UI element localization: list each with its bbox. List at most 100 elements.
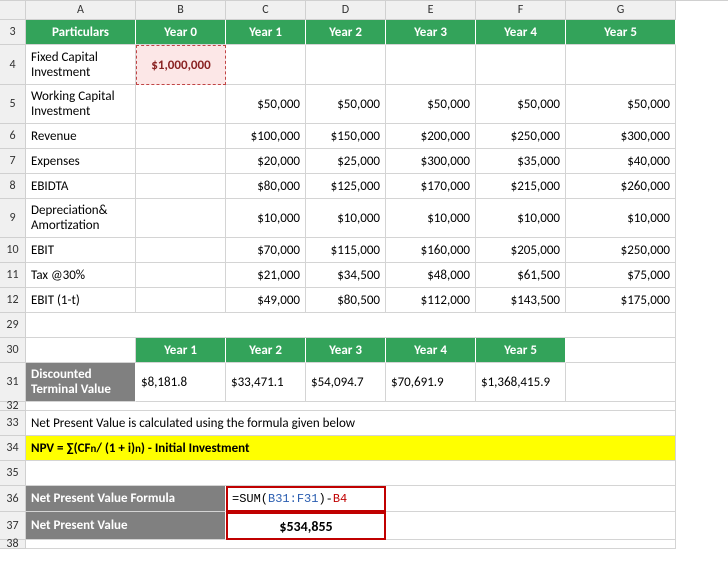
cell[interactable] [136,238,226,263]
cell[interactable] [306,45,386,85]
row-label[interactable]: Depreciation& Amortization [26,199,136,238]
spreadsheet-grid[interactable]: A B C D E F G 3 Particulars Year 0 Year … [0,0,728,549]
row-header[interactable]: 5 [0,85,26,124]
discounted-value[interactable]: $54,094.7 [306,363,386,402]
row-label[interactable]: Discounted Terminal Value [26,363,136,402]
cell[interactable] [136,149,226,174]
npv-result-cell[interactable]: $534,855 [226,512,386,540]
cell[interactable]: $34,500 [306,263,386,288]
table-header[interactable]: Year 2 [226,338,306,363]
cell[interactable]: $300,000 [386,149,476,174]
row-header[interactable]: 6 [0,124,26,149]
table-header[interactable]: Year 3 [306,338,386,363]
row-header[interactable]: 30 [0,338,26,363]
cell[interactable]: $50,000 [306,85,386,124]
cell[interactable] [566,45,676,85]
row-header[interactable]: 10 [0,238,26,263]
cell[interactable] [386,45,476,85]
row-label[interactable]: EBIDTA [26,174,136,199]
cell[interactable]: $115,000 [306,238,386,263]
table-header[interactable]: Year 5 [566,20,676,45]
table-header[interactable]: Year 5 [476,338,566,363]
empty-cell[interactable] [26,338,136,363]
row-label[interactable]: Tax @30% [26,263,136,288]
discounted-value[interactable]: $8,181.8 [136,363,226,402]
row-header[interactable]: 36 [0,486,26,512]
table-header[interactable]: Year 4 [476,20,566,45]
empty-cell[interactable] [26,402,676,411]
empty-cell[interactable] [386,486,676,512]
cell[interactable]: $170,000 [386,174,476,199]
col-header[interactable]: B [136,1,226,20]
cell[interactable]: $61,500 [476,263,566,288]
row-label[interactable]: Fixed Capital Investment [26,45,136,85]
row-header[interactable]: 3 [0,20,26,45]
row-header[interactable]: 12 [0,288,26,313]
cell[interactable]: $20,000 [226,149,306,174]
row-label[interactable]: Working Capital Investment [26,85,136,124]
cell[interactable]: $10,000 [386,199,476,238]
row-label[interactable]: Expenses [26,149,136,174]
cell[interactable]: $10,000 [476,199,566,238]
cell[interactable] [136,288,226,313]
cell[interactable]: $35,000 [476,149,566,174]
cell[interactable]: $10,000 [226,199,306,238]
discounted-value[interactable]: $1,368,415.9 [476,363,566,402]
cell[interactable]: $48,000 [386,263,476,288]
table-header[interactable]: Year 2 [306,20,386,45]
cell[interactable]: $112,000 [386,288,476,313]
row-header[interactable]: 32 [0,402,26,411]
cell[interactable]: $175,000 [566,288,676,313]
table-header[interactable]: Year 0 [136,20,226,45]
table-header[interactable]: Particulars [26,20,136,45]
cell[interactable] [136,174,226,199]
table-header[interactable]: Year 1 [226,20,306,45]
cell[interactable]: $50,000 [476,85,566,124]
cell[interactable]: $260,000 [566,174,676,199]
cell[interactable]: $125,000 [306,174,386,199]
cell[interactable]: $160,000 [386,238,476,263]
empty-cell[interactable] [26,461,676,486]
row-header[interactable]: 37 [0,512,26,540]
col-header[interactable]: D [306,1,386,20]
row-label[interactable]: Revenue [26,124,136,149]
table-header[interactable]: Year 3 [386,20,476,45]
empty-cell[interactable] [26,313,676,338]
empty-cell[interactable] [26,540,676,549]
cell[interactable]: $50,000 [226,85,306,124]
row-header[interactable]: 31 [0,363,26,402]
row-header[interactable]: 29 [0,313,26,338]
cell[interactable]: $100,000 [226,124,306,149]
cell[interactable]: $250,000 [566,238,676,263]
formula-text[interactable]: NPV = ∑(CFn / (1 + i)n) - Initial Invest… [26,436,676,461]
npv-formula-label[interactable]: Net Present Value Formula [26,486,226,512]
cell[interactable]: $25,000 [306,149,386,174]
cell[interactable] [226,45,306,85]
row-header[interactable]: 7 [0,149,26,174]
cell[interactable]: $150,000 [306,124,386,149]
row-header[interactable]: 4 [0,45,26,85]
initial-investment-cell[interactable]: $1,000,000 [136,45,226,85]
cell[interactable]: $70,000 [226,238,306,263]
cell[interactable]: $205,000 [476,238,566,263]
cell[interactable]: $215,000 [476,174,566,199]
table-header[interactable]: Year 4 [386,338,476,363]
cell[interactable]: $143,500 [476,288,566,313]
cell[interactable] [136,124,226,149]
cell[interactable]: $300,000 [566,124,676,149]
row-header[interactable]: 35 [0,461,26,486]
discounted-value[interactable]: $70,691.9 [386,363,476,402]
cell[interactable]: $75,000 [566,263,676,288]
cell[interactable]: $80,000 [226,174,306,199]
col-header[interactable]: C [226,1,306,20]
cell[interactable]: $200,000 [386,124,476,149]
row-header[interactable]: 8 [0,174,26,199]
cell[interactable]: $49,000 [226,288,306,313]
npv-formula-cell[interactable]: =SUM(B31:F31)-B4 [226,486,386,512]
cell[interactable] [136,85,226,124]
note-text[interactable]: Net Present Value is calculated using th… [26,411,676,436]
cell[interactable] [136,263,226,288]
cell[interactable]: $250,000 [476,124,566,149]
cell[interactable]: $21,000 [226,263,306,288]
row-header[interactable]: 33 [0,411,26,436]
